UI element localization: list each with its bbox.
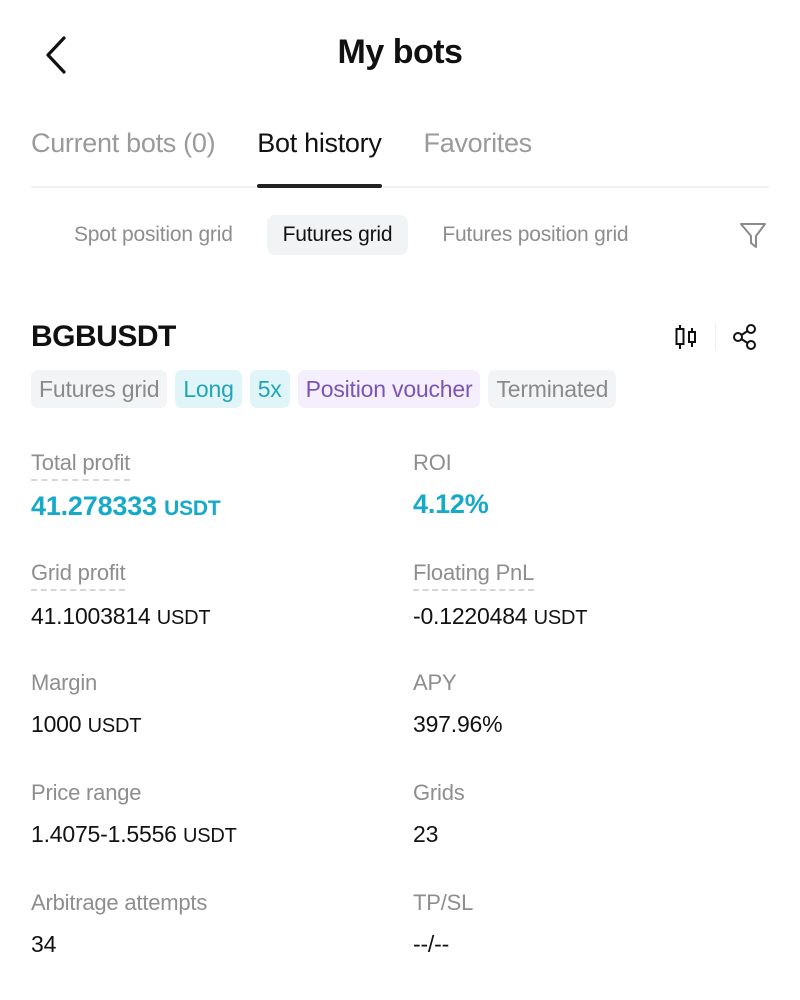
- tag-bot-type: Futures grid: [31, 370, 168, 408]
- value-unit: USDT: [182, 825, 237, 847]
- tag-status: Terminated: [488, 370, 617, 408]
- value-number: --/--: [413, 931, 450, 957]
- stat-arbitrage-attempts: Arbitrage attempts 34: [31, 890, 413, 1000]
- value-unit: USDT: [164, 497, 221, 520]
- bot-stats: Total profit 41.278333 USDT ROI 4.12% Gr…: [31, 450, 771, 1000]
- value-unit: USDT: [156, 607, 211, 629]
- header: My bots: [0, 0, 800, 110]
- stat-grids: Grids 23: [413, 780, 771, 890]
- stat-value: 23: [413, 821, 771, 848]
- stat-value: 34: [31, 931, 413, 958]
- stat-value: 41.1003814 USDT: [31, 603, 413, 630]
- stat-label[interactable]: Grid profit: [31, 560, 126, 591]
- value-number: 1.4075-1.5556: [31, 821, 177, 847]
- stat-value: --/--: [413, 931, 771, 958]
- stat-label: Grids: [413, 780, 465, 805]
- stat-tp-sl: TP/SL --/--: [413, 890, 771, 1000]
- stat-total-profit: Total profit 41.278333 USDT: [31, 450, 413, 560]
- stat-value: 4.12%: [413, 489, 771, 520]
- stat-label: Margin: [31, 670, 98, 695]
- stat-value: -0.1220484 USDT: [413, 603, 771, 630]
- tag-direction: Long: [175, 370, 242, 408]
- tab-current-bots[interactable]: Current bots (0): [31, 120, 216, 186]
- subtab-futures-grid[interactable]: Futures grid: [266, 215, 409, 255]
- stat-value: 1.4075-1.5556 USDT: [31, 821, 413, 848]
- stat-label[interactable]: Floating PnL: [413, 560, 534, 591]
- value-number: 1000: [31, 711, 82, 737]
- stat-label: Price range: [31, 780, 142, 805]
- stat-value: 1000 USDT: [31, 711, 413, 738]
- stat-value: 397.96%: [413, 711, 771, 738]
- bot-card-actions: [671, 322, 760, 352]
- value-unit: USDT: [533, 607, 588, 629]
- stat-margin: Margin 1000 USDT: [31, 670, 413, 780]
- value-number: 397.96%: [413, 711, 503, 737]
- chart-button[interactable]: [671, 322, 701, 352]
- value-unit: USDT: [87, 715, 142, 737]
- value-number: 34: [31, 931, 57, 957]
- value-number: -0.1220484: [413, 603, 528, 629]
- main-tabs: Current bots (0) Bot history Favorites: [31, 120, 769, 188]
- bot-symbol: BGBUSDT: [31, 320, 176, 353]
- stat-label[interactable]: Total profit: [31, 450, 130, 481]
- stat-label: ROI: [413, 450, 452, 475]
- stat-floating-pnl: Floating PnL -0.1220484 USDT: [413, 560, 771, 670]
- stat-label: TP/SL: [413, 890, 474, 915]
- tag-leverage: 5x: [249, 370, 290, 408]
- tab-favorites[interactable]: Favorites: [424, 120, 533, 186]
- icon-divider: [715, 324, 716, 350]
- value-number: 23: [413, 821, 439, 847]
- stat-label: Arbitrage attempts: [31, 890, 208, 915]
- page-title: My bots: [337, 33, 463, 71]
- stat-grid-profit: Grid profit 41.1003814 USDT: [31, 560, 413, 670]
- value-number: 41.278333: [31, 491, 157, 521]
- share-icon: [733, 324, 756, 350]
- stat-label: APY: [413, 670, 457, 695]
- stat-price-range: Price range 1.4075-1.5556 USDT: [31, 780, 413, 890]
- stat-apy: APY 397.96%: [413, 670, 771, 780]
- stat-roi: ROI 4.12%: [413, 450, 771, 560]
- bot-tags: Futures grid Long 5x Position voucher Te…: [31, 370, 624, 408]
- tab-bot-history[interactable]: Bot history: [257, 120, 382, 188]
- share-button[interactable]: [730, 322, 760, 352]
- candlestick-chart-icon: [675, 325, 696, 349]
- value-number: 41.1003814: [31, 603, 151, 629]
- filter-button[interactable]: [738, 219, 768, 251]
- stat-value: 41.278333 USDT: [31, 491, 413, 522]
- bot-type-subtabs: Spot position grid Futures grid Futures …: [58, 214, 770, 256]
- value-number: 4.12%: [413, 489, 489, 519]
- subtab-futures-position-grid[interactable]: Futures position grid: [426, 215, 644, 255]
- filter-funnel-icon: [740, 223, 766, 248]
- tag-position-voucher: Position voucher: [297, 370, 481, 408]
- subtab-spot-position-grid[interactable]: Spot position grid: [58, 215, 249, 255]
